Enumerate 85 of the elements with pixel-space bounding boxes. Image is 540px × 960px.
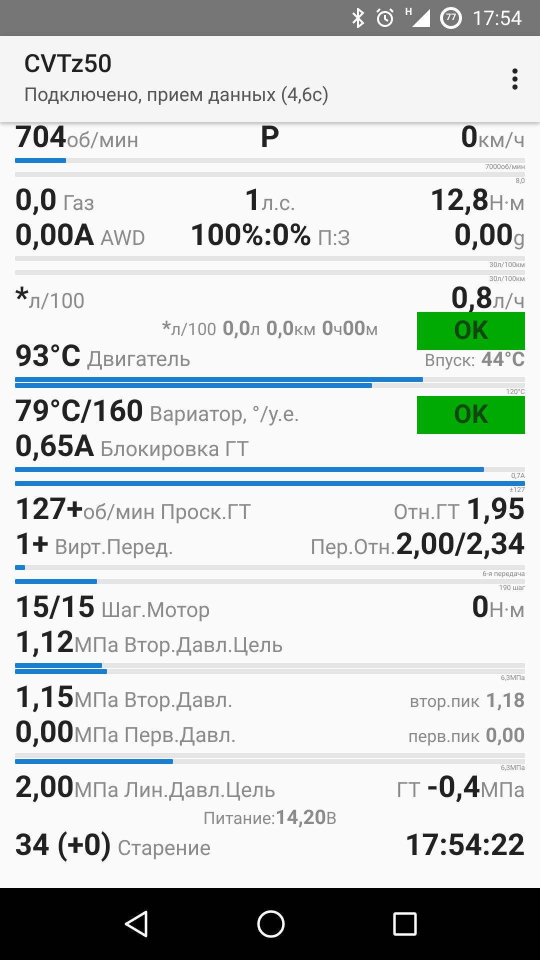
reading-value: 0,0 [266, 318, 294, 339]
unit-label: Вариатор, °/у.е. [150, 402, 300, 429]
unit-label: МПа Втор.Давл. [74, 688, 233, 715]
unit-label: л/100 [170, 320, 216, 341]
reading-value: 1,15 [15, 683, 74, 713]
reading-value: 15/15 [15, 593, 95, 623]
reading-value: * [162, 318, 171, 339]
unit-label: Газ [62, 191, 94, 218]
unit-label: Шаг.Мотор [100, 598, 210, 625]
status-badge: OK [417, 396, 525, 434]
reading-value: 0,0 [15, 186, 57, 216]
reading-value: 14,20 [275, 807, 326, 828]
reading-value: 34 (+0) [15, 831, 112, 861]
reading-value: 12,8 [430, 186, 489, 216]
status-badge: OK [417, 312, 525, 350]
unit-label: П:З [318, 226, 350, 253]
unit-label: об/мин [66, 128, 139, 155]
reading-value: 1 [244, 186, 262, 216]
reading-value: 2,00/2,34 [396, 530, 525, 560]
unit-label: Отн.ГТ [393, 500, 460, 527]
unit-label: В [326, 809, 337, 830]
unit-label: об/мин Проск.ГТ [82, 500, 252, 527]
unit-label: втор.пик [410, 692, 480, 713]
reading-value: 00 [342, 318, 366, 339]
network-type-label: H [405, 8, 412, 18]
unit-label: Впуск: [424, 351, 476, 372]
clock-text: 17:54 [472, 5, 522, 32]
reading-value: 0,65A [15, 432, 94, 462]
unit-label: ГТ [396, 778, 421, 805]
unit-label: км/ч [478, 128, 525, 155]
unit-label: Пер.Отн. [310, 535, 396, 562]
reading-value: 0,0 [222, 318, 250, 339]
signal-icon [412, 8, 430, 28]
unit-label: МПа Втор.Давл.Цель [74, 633, 283, 660]
reading-value: 2,00 [15, 773, 74, 803]
unit-label: ч [333, 320, 343, 341]
unit-label: МПа [480, 778, 525, 805]
reading-value: 0 [322, 318, 334, 339]
unit-label: Вирт.Перед. [54, 535, 174, 562]
reading-value: 704 [15, 123, 67, 153]
unit-label: перв.пик [408, 727, 480, 748]
unit-label: g [513, 226, 525, 253]
reading-value: 0,00A [15, 221, 94, 251]
reading-value: 17:54:22 [404, 831, 525, 861]
unit-label: л/100 [28, 289, 85, 316]
unit-label: Старение [117, 836, 211, 863]
reading-value: 0,00 [486, 725, 525, 746]
unit-label: л.с. [262, 191, 296, 218]
reading-value: 127+ [15, 495, 83, 525]
reading-value: P [260, 123, 280, 153]
battery-icon: 77 [440, 7, 462, 29]
bluetooth-icon [351, 8, 366, 28]
unit-label: Двигатель [86, 347, 191, 374]
unit-label: МПа Лин.Давл.Цель [74, 778, 276, 805]
unit-label: AWD [100, 226, 146, 253]
reading-value: 0 [472, 593, 489, 623]
reading-value: 93°C [15, 342, 81, 372]
reading-value: 79°C/160 [15, 397, 144, 427]
app-subtitle: Подключено, прием данных (4,6с) [24, 82, 329, 108]
reading-value: 0,8 [450, 284, 493, 314]
unit-label: Питание: [203, 809, 276, 830]
reading-value: 1+ [15, 530, 49, 560]
recents-button[interactable] [392, 912, 417, 936]
reading-value: 100%:0% [190, 221, 312, 251]
unit-label: Н·м [488, 191, 525, 218]
unit-label: Блокировка ГТ [100, 437, 250, 464]
reading-value: 0 [460, 123, 478, 153]
reading-value: -0,4 [426, 773, 480, 803]
alarm-icon [375, 8, 396, 28]
reading-value: 1,95 [466, 495, 525, 525]
unit-label: км [294, 320, 316, 341]
reading-value: 1,12 [15, 628, 74, 658]
reading-value: 44°C [481, 349, 525, 370]
more-options-icon[interactable] [512, 68, 518, 90]
app-title: CVTz50 [24, 49, 113, 81]
unit-label: л [250, 320, 260, 341]
reading-value: 0,00 [15, 718, 74, 748]
back-button[interactable] [123, 910, 150, 938]
reading-value: 1,18 [486, 690, 525, 711]
reading-value: * [15, 284, 29, 314]
unit-label: м [366, 320, 378, 341]
reading-value: 0,00 [454, 221, 514, 251]
unit-label: Н·м [488, 598, 525, 625]
home-button[interactable] [256, 909, 286, 939]
unit-label: МПа Перв.Давл. [74, 723, 236, 750]
